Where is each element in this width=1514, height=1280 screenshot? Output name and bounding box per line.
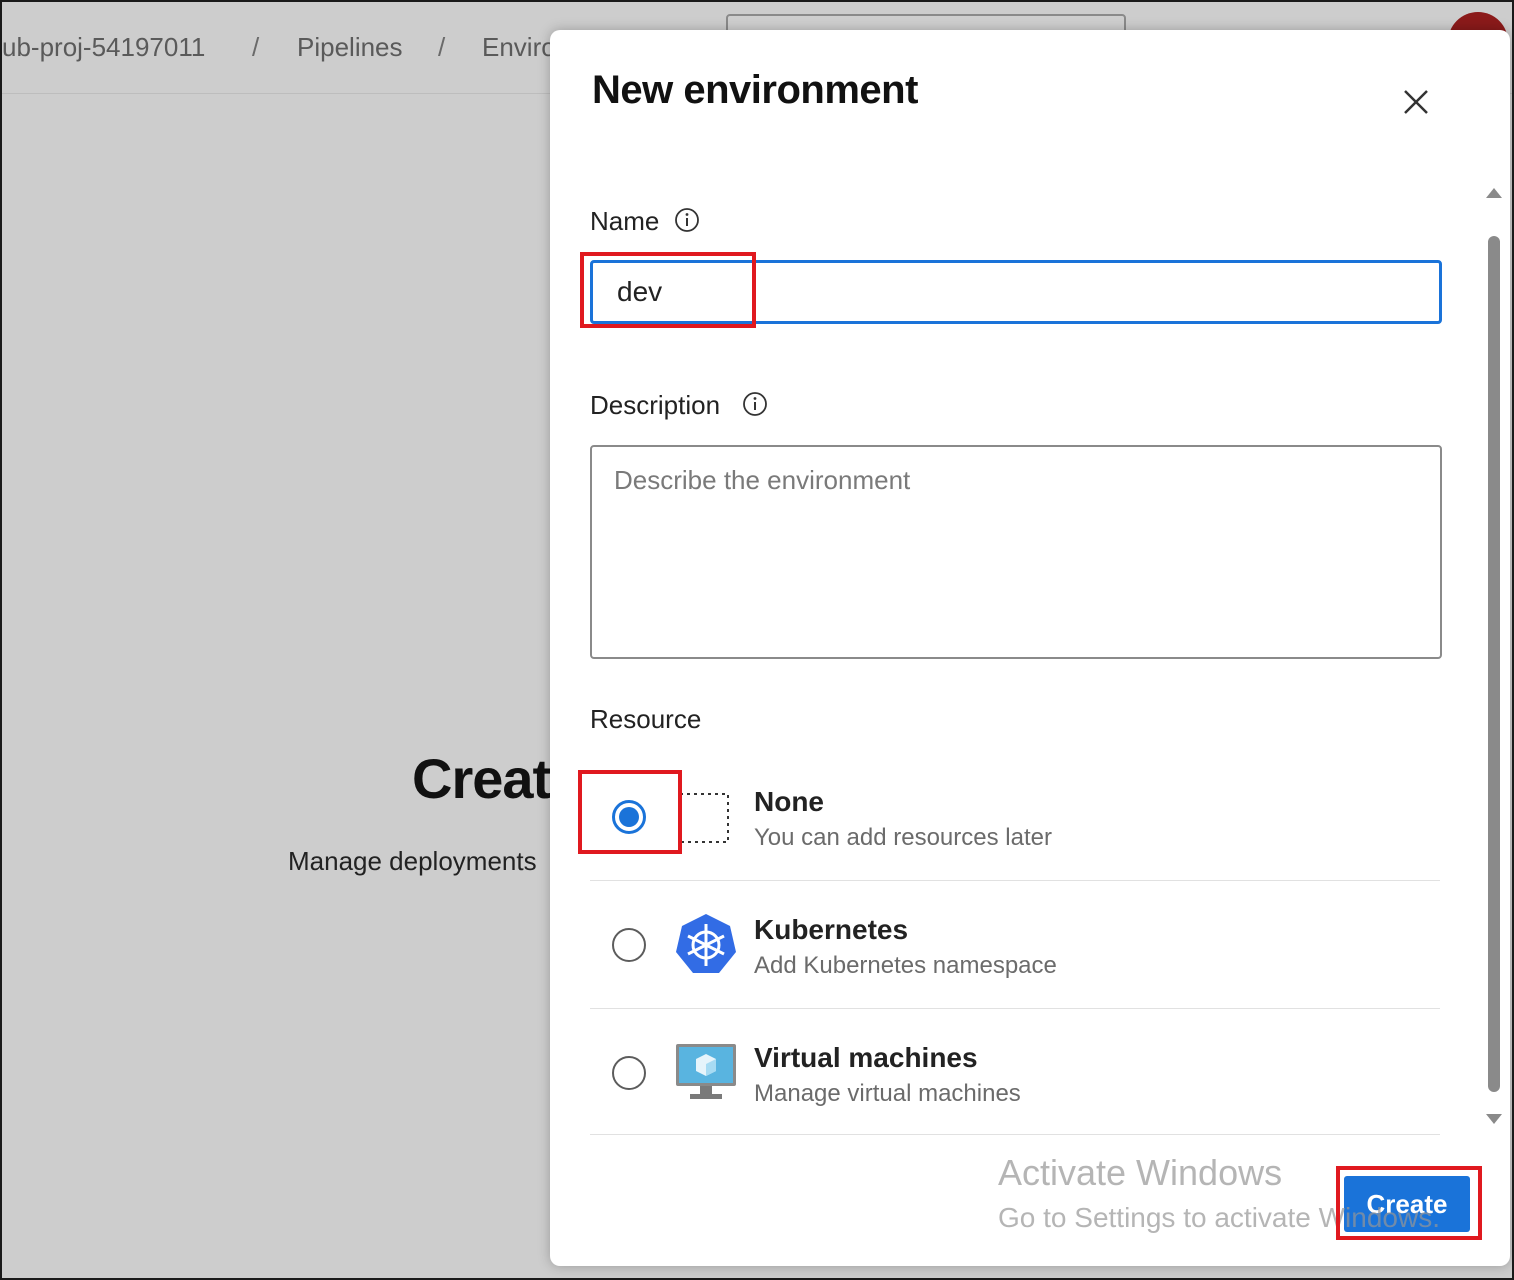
info-icon[interactable]	[674, 207, 700, 233]
scroll-thumb[interactable]	[1488, 236, 1500, 1092]
radio-none[interactable]	[612, 800, 646, 834]
resource-option-kubernetes[interactable]: Kubernetes Add Kubernetes namespace	[590, 882, 1440, 1008]
scrollbar[interactable]	[1482, 184, 1506, 1124]
resource-option-virtual-machines[interactable]: Virtual machines Manage virtual machines	[590, 1010, 1440, 1136]
resource-title-none: None	[754, 786, 824, 817]
dotted-square-icon	[679, 793, 729, 843]
divider	[590, 1008, 1440, 1009]
description-label: Description	[590, 390, 721, 420]
breadcrumb-pipelines[interactable]: Pipelines	[297, 32, 403, 63]
breadcrumb-separator: /	[252, 32, 260, 62]
scroll-down-arrow-icon[interactable]	[1486, 1114, 1502, 1124]
close-button[interactable]	[1396, 82, 1436, 122]
breadcrumb-environments[interactable]: Enviro	[482, 32, 556, 63]
footer-divider	[590, 1134, 1440, 1135]
resource-option-none[interactable]: None You can add resources later	[590, 754, 1440, 880]
radio-virtual-machines[interactable]	[612, 1056, 646, 1090]
resource-title-virtual-machines: Virtual machines	[754, 1042, 978, 1073]
description-textarea[interactable]	[590, 445, 1442, 659]
radio-kubernetes[interactable]	[612, 928, 646, 962]
breadcrumb-project[interactable]: ub-proj-54197011	[2, 32, 205, 63]
name-label: Name	[590, 206, 660, 236]
breadcrumb-separator: /	[438, 32, 446, 62]
dialog-title: New environment	[592, 68, 918, 112]
create-button[interactable]: Create	[1344, 1176, 1470, 1232]
divider	[590, 880, 1440, 881]
new-environment-dialog: New environment Name Description Resourc…	[550, 30, 1510, 1266]
screenshot-frame: ub-proj-54197011 / Pipelines / Enviro Cr…	[0, 0, 1514, 1280]
name-input[interactable]	[590, 260, 1442, 324]
info-icon[interactable]	[742, 391, 768, 417]
page-empty-state-subtext: Manage deployments	[288, 846, 537, 876]
resource-desc-none: You can add resources later	[754, 824, 1052, 851]
resource-title-kubernetes: Kubernetes	[754, 914, 909, 945]
resource-desc-virtual-machines: Manage virtual machines	[754, 1080, 1021, 1107]
resource-desc-kubernetes: Add Kubernetes namespace	[754, 952, 1057, 979]
kubernetes-icon	[676, 914, 736, 973]
close-icon	[1404, 90, 1428, 114]
virtual-machine-icon	[676, 1044, 736, 1099]
activate-windows-watermark-title: Activate Windows	[998, 1152, 1283, 1193]
scroll-up-arrow-icon[interactable]	[1486, 188, 1502, 198]
resource-label: Resource	[590, 704, 702, 734]
